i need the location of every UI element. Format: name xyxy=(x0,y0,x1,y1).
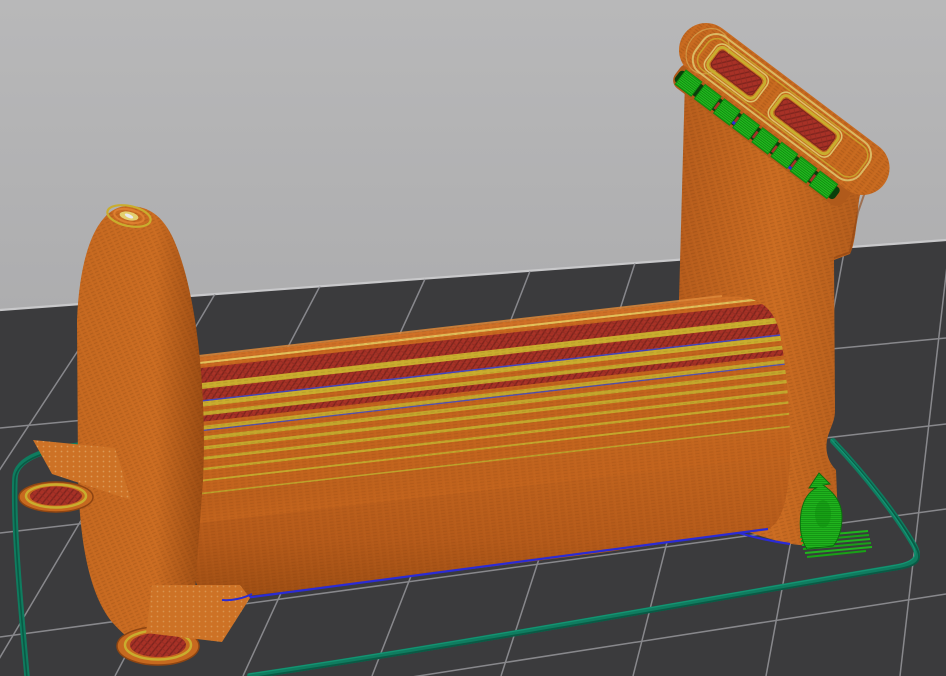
scene-canvas[interactable] xyxy=(0,0,946,676)
support-column-shade xyxy=(815,500,831,528)
ear-pad-a xyxy=(19,482,93,512)
slicer-3d-viewport[interactable] xyxy=(0,0,946,676)
pad-red-infill xyxy=(30,487,82,506)
